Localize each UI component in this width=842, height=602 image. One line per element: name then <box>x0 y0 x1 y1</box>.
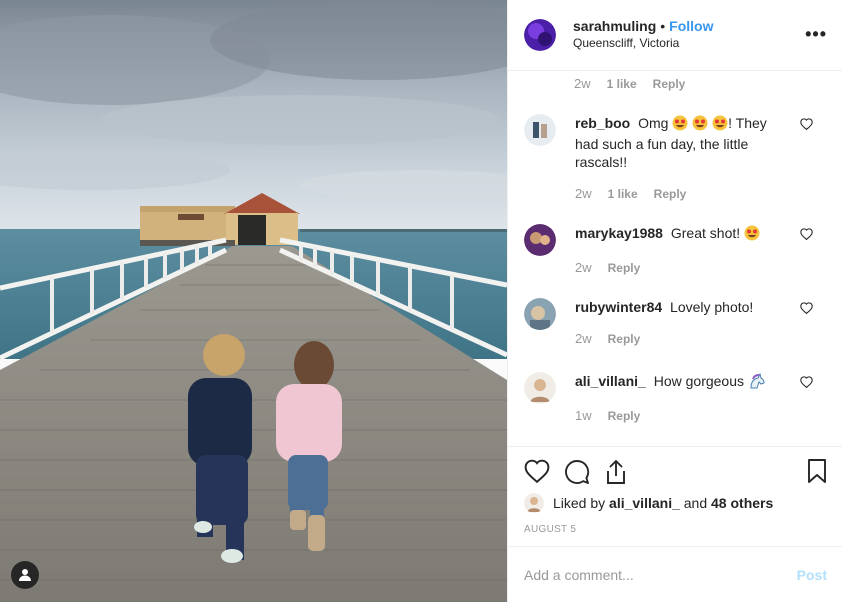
post-date[interactable]: AUGUST 5 <box>524 524 576 535</box>
reply-button[interactable]: Reply <box>653 77 686 91</box>
commenter-avatar[interactable] <box>524 224 556 256</box>
bookmark-icon[interactable] <box>807 459 827 483</box>
like-comment-heart-icon[interactable] <box>800 118 813 130</box>
comment-time: 2w <box>574 76 591 91</box>
star-struck-emoji-icon <box>692 115 708 135</box>
comment-text: How gorgeous <box>653 373 744 389</box>
comment-icon[interactable] <box>564 459 590 485</box>
comment-item: reb_boo Omg ! They had such a fun day, t… <box>524 114 824 203</box>
comment-time: 2w <box>575 331 592 346</box>
user-tag-button[interactable] <box>11 561 39 589</box>
liker-avatar[interactable] <box>524 493 544 513</box>
comment-time: 1w <box>575 408 592 423</box>
unicorn-emoji-icon <box>748 372 765 393</box>
author-avatar[interactable] <box>524 19 556 51</box>
comment-input[interactable]: Add a comment... <box>524 567 774 583</box>
comment-username[interactable]: rubywinter84 <box>575 299 662 315</box>
comment-text: Lovely photo! <box>670 299 754 315</box>
star-struck-emoji-icon <box>744 225 760 245</box>
like-comment-heart-icon[interactable] <box>800 228 813 240</box>
post-photo[interactable] <box>0 0 507 602</box>
comment-text: Omg <box>638 115 669 131</box>
likes-summary: Liked by ali_villani_ and 48 others <box>524 493 773 513</box>
commenter-avatar[interactable] <box>524 298 556 330</box>
add-comment-bar: Add a comment... Post <box>508 546 842 602</box>
post-comment-button[interactable]: Post <box>797 567 827 583</box>
reply-button[interactable]: Reply <box>654 185 687 203</box>
separator-dot: • <box>660 18 666 34</box>
post-location[interactable]: Queenscliff, Victoria <box>573 35 713 52</box>
comment-likes[interactable]: 1 like <box>608 185 638 203</box>
comment-username[interactable]: reb_boo <box>575 115 630 131</box>
post-actions: Liked by ali_villani_ and 48 others AUGU… <box>508 446 842 602</box>
liked-by-user[interactable]: ali_villani_ <box>609 495 680 511</box>
liked-by-and: and <box>683 495 708 511</box>
star-struck-emoji-icon <box>712 115 728 135</box>
author-username[interactable]: sarahmuling <box>573 18 656 34</box>
more-options-button[interactable]: ••• <box>805 25 827 43</box>
reply-button[interactable]: Reply <box>608 259 641 277</box>
commenter-avatar[interactable] <box>524 372 556 404</box>
heart-icon[interactable] <box>524 459 550 483</box>
comment-username[interactable]: ali_villani_ <box>575 373 646 389</box>
star-struck-emoji-icon <box>672 115 688 135</box>
reply-button[interactable]: Reply <box>608 330 641 348</box>
follow-button[interactable]: Follow <box>669 18 713 34</box>
comment-text: Great shot! <box>670 225 741 241</box>
comment-username[interactable]: marykay1988 <box>575 225 663 241</box>
comment-likes[interactable]: 1 like <box>607 77 637 91</box>
commenter-avatar[interactable] <box>524 114 556 146</box>
pier-photo-image <box>0 0 507 602</box>
comment-item: marykay1988 Great shot! 2w Reply <box>524 224 824 277</box>
user-tag-icon <box>19 569 31 581</box>
comment-meta-partial: 2w 1 like Reply <box>574 76 685 91</box>
liked-by-prefix: Liked by <box>553 495 606 511</box>
comment-time: 2w <box>575 260 592 275</box>
comment-item: rubywinter84 Lovely photo! 2w Reply <box>524 298 824 348</box>
comments-list[interactable]: 2w 1 like Reply reb_boo Omg ! They had s… <box>508 71 842 446</box>
reply-button[interactable]: Reply <box>608 407 641 425</box>
like-comment-heart-icon[interactable] <box>800 376 813 388</box>
share-icon[interactable] <box>604 459 628 485</box>
post-header: sarahmuling • Follow Queenscliff, Victoria… <box>508 0 842 71</box>
comment-time: 2w <box>575 186 592 201</box>
liked-by-others[interactable]: 48 others <box>711 495 773 511</box>
like-comment-heart-icon[interactable] <box>800 302 813 314</box>
post-side-panel: sarahmuling • Follow Queenscliff, Victoria… <box>507 0 842 602</box>
comment-item: ali_villani_ How gorgeous 1w Reply <box>524 372 824 425</box>
